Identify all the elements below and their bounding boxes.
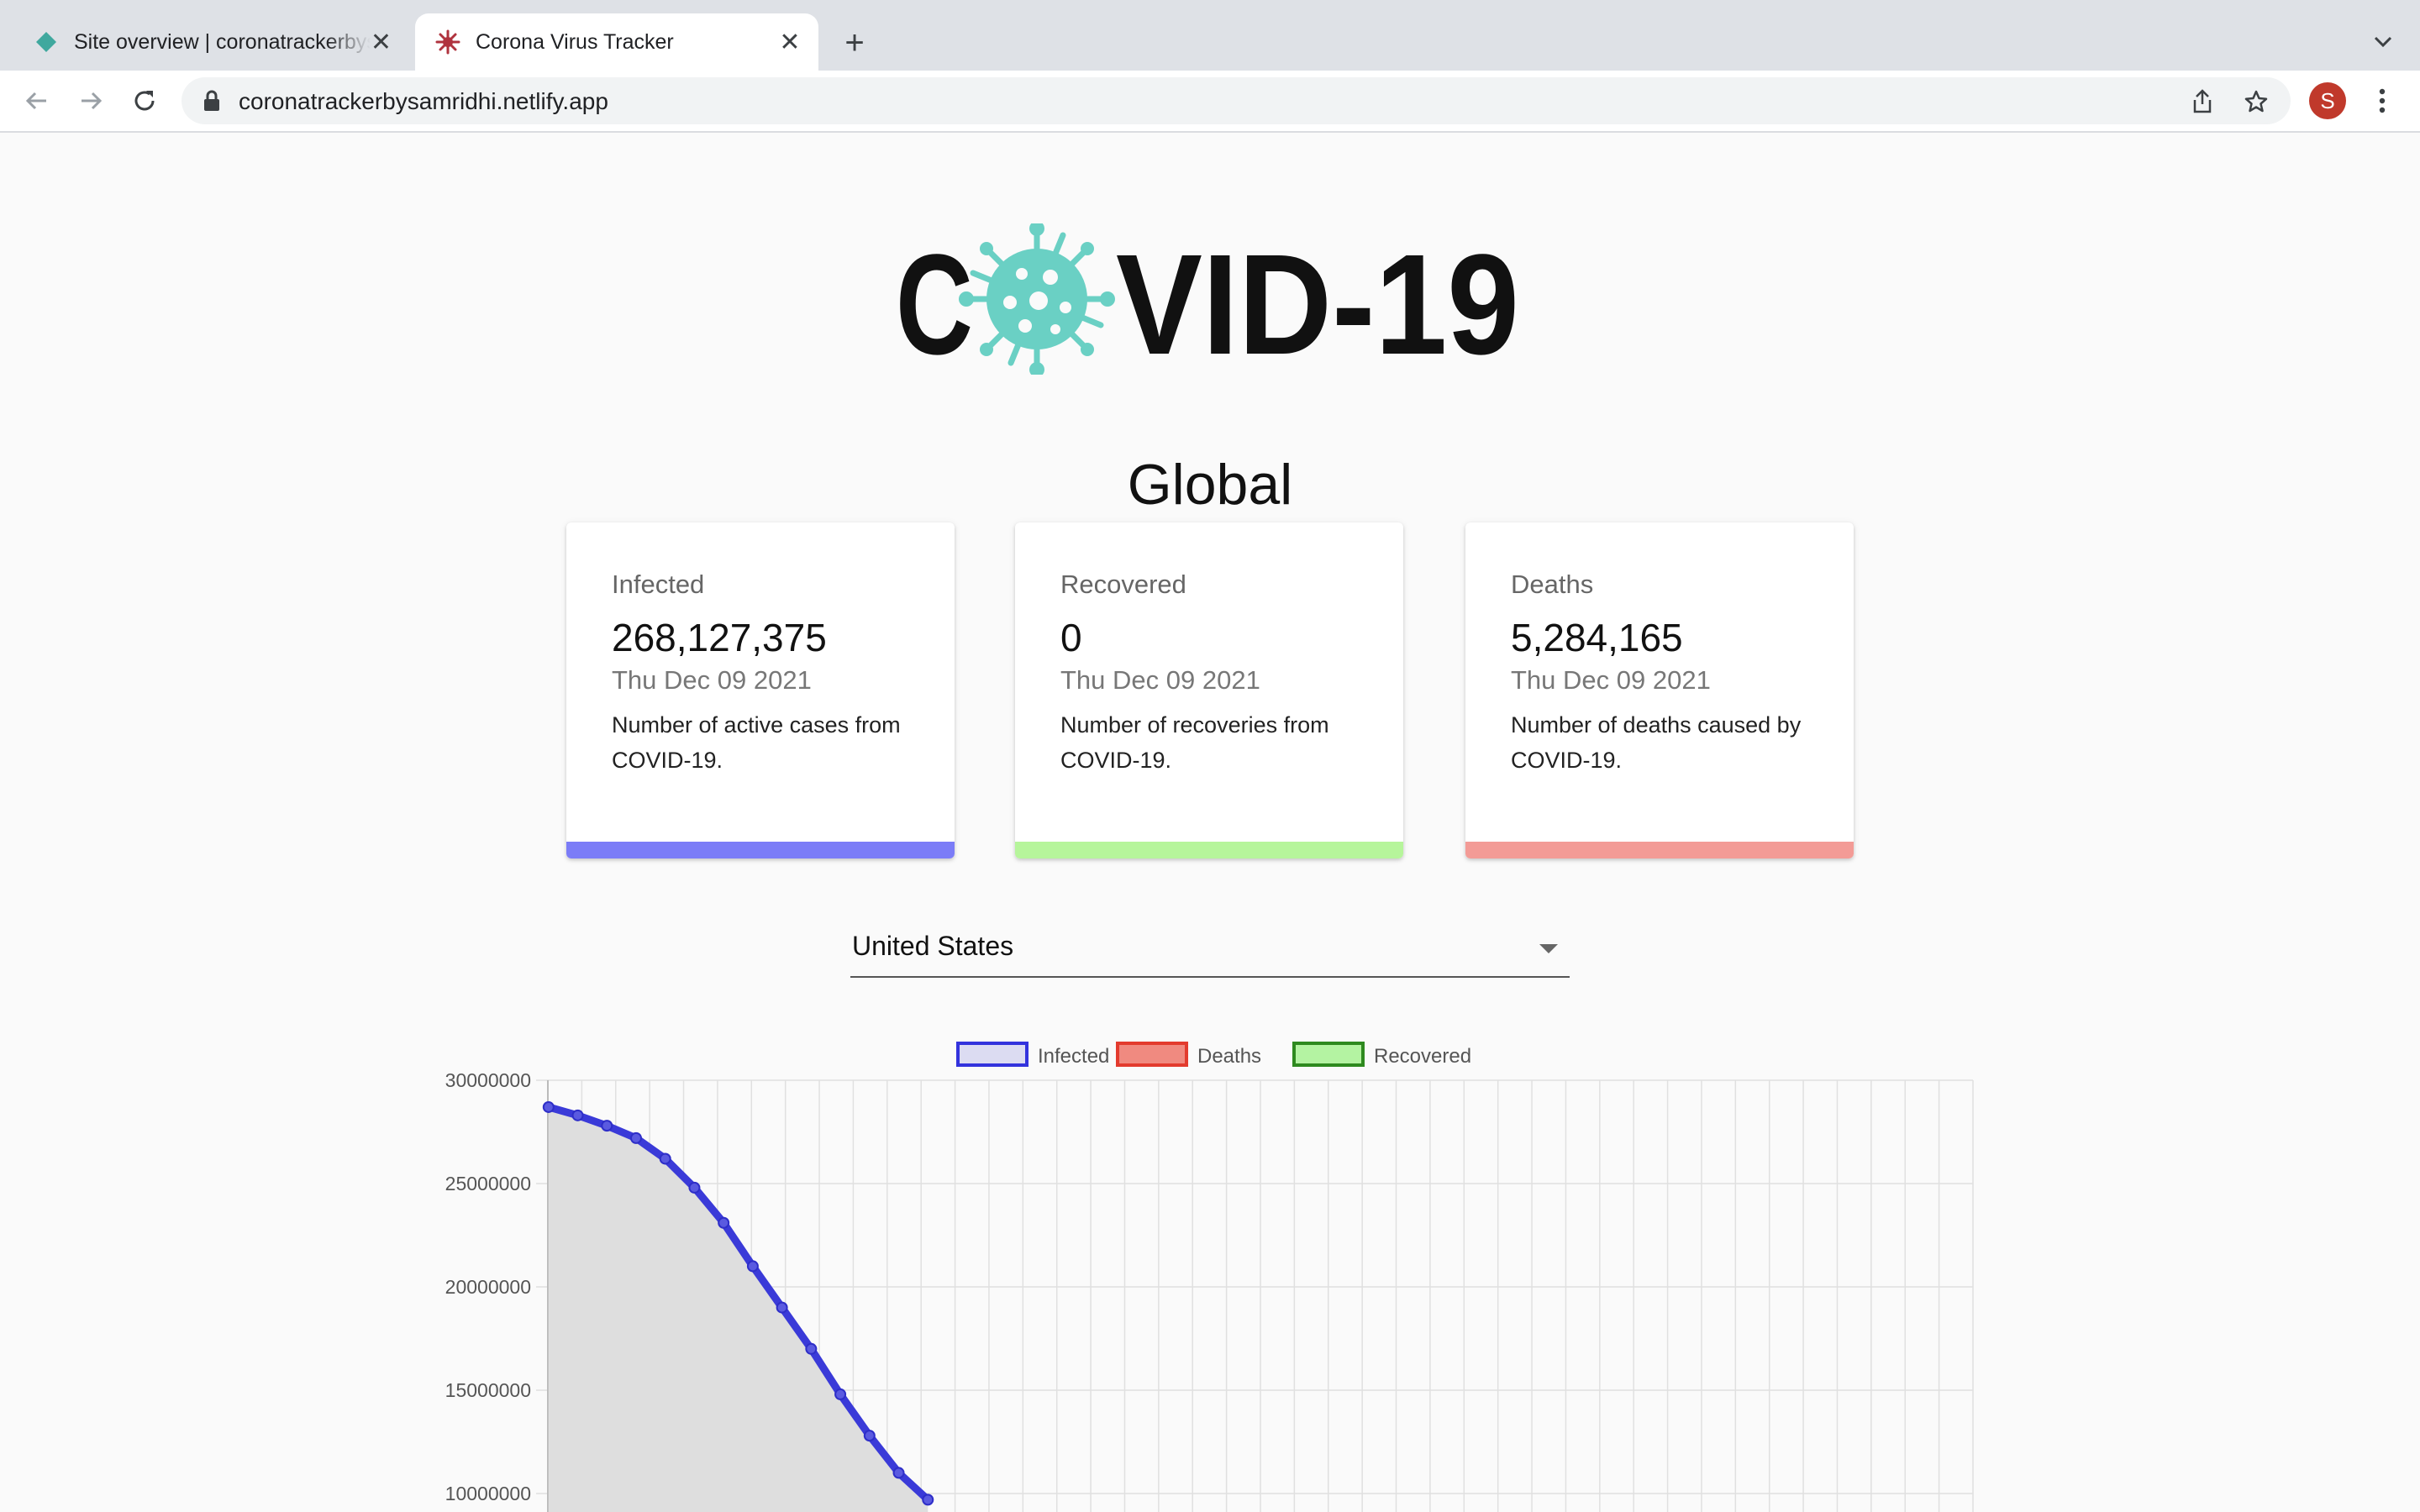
infected-point <box>863 1430 876 1442</box>
virus-icon <box>435 29 460 55</box>
close-tab-icon[interactable]: ✕ <box>778 29 802 56</box>
close-tab-icon[interactable]: ✕ <box>371 29 392 56</box>
tab-title: Corona Virus Tracker <box>476 29 674 54</box>
country-select-value[interactable]: United States <box>852 931 1013 962</box>
infected-point <box>718 1216 730 1229</box>
forward-arrow-icon[interactable] <box>72 82 109 119</box>
country-select[interactable]: United States <box>850 921 1570 978</box>
url-text[interactable]: coronatrackerbysamridhi.netlify.app <box>239 88 608 115</box>
virus-logo-icon <box>959 223 1115 375</box>
tab-search-chevron-icon[interactable] <box>2366 25 2400 59</box>
y-tick-label: 10000000 <box>445 1483 531 1504</box>
infected-point <box>542 1100 555 1113</box>
covid-19-logo: C VID-19 <box>896 223 1519 375</box>
card-value: 0 <box>1060 616 1082 659</box>
infected-point <box>659 1152 671 1165</box>
card-label: Recovered <box>1060 570 1186 599</box>
legend-swatch-deaths <box>1116 1042 1188 1067</box>
card-date: Thu Dec 09 2021 <box>1060 665 1260 695</box>
card-description: Number of deaths caused by COVID-19. <box>1511 712 1802 773</box>
legend-swatch-recovered <box>1292 1042 1365 1067</box>
tab-site-overview[interactable]: Site overview | coronatrackerbysamridhi … <box>13 13 408 71</box>
infected-point <box>922 1494 934 1506</box>
browser-toolbar: coronatrackerbysamridhi.netlify.app S <box>0 71 2420 133</box>
infected-card: Infected 268,127,375 Thu Dec 09 2021 Num… <box>566 522 955 858</box>
infected-point <box>571 1109 584 1121</box>
card-value: 5,284,165 <box>1511 616 1683 659</box>
card-date: Thu Dec 09 2021 <box>612 665 812 695</box>
card-description: Number of active cases from COVID-19. <box>612 712 901 773</box>
y-tick-label: 30000000 <box>445 1069 531 1091</box>
infected-point <box>805 1342 818 1355</box>
address-bar[interactable]: coronatrackerbysamridhi.netlify.app <box>182 77 2291 124</box>
deaths-card: Deaths 5,284,165 Thu Dec 09 2021 Number … <box>1465 522 1854 858</box>
infected-point <box>746 1260 759 1273</box>
infected-point <box>892 1467 905 1479</box>
card-accent-bar <box>566 842 955 858</box>
browser-tab-strip: Site overview | coronatrackerbysamridhi … <box>0 0 2420 71</box>
card-accent-bar <box>1015 842 1403 858</box>
infected-point <box>629 1131 642 1144</box>
back-arrow-icon[interactable] <box>18 82 55 119</box>
recovered-card: Recovered 0 Thu Dec 09 2021 Number of re… <box>1015 522 1403 858</box>
infected-point <box>688 1181 701 1194</box>
legend-label-deaths: Deaths <box>1197 1045 1261 1068</box>
page-title: Global <box>1127 453 1293 517</box>
card-label: Deaths <box>1511 570 1594 599</box>
infected-point <box>776 1301 788 1314</box>
svg-text:VID-19: VID-19 <box>1116 225 1519 375</box>
netlify-diamond-icon <box>34 29 59 55</box>
profile-avatar[interactable]: S <box>2309 82 2346 119</box>
card-value: 268,127,375 <box>612 616 827 659</box>
reload-icon[interactable] <box>126 82 163 119</box>
card-accent-bar <box>1465 842 1854 858</box>
infected-area <box>548 1106 929 1512</box>
country-line-chart: 30000000 25000000 20000000 15000000 10000000… <box>445 1042 1974 1512</box>
legend-label-infected: Infected <box>1038 1045 1109 1068</box>
tab-corona-virus-tracker[interactable]: Corona Virus Tracker ✕ <box>415 13 818 71</box>
kebab-menu-icon[interactable] <box>2368 82 2396 119</box>
y-tick-label: 25000000 <box>445 1173 531 1194</box>
infected-point <box>601 1120 613 1132</box>
card-date: Thu Dec 09 2021 <box>1511 665 1711 695</box>
tab-title: Site overview | coronatrackerbysamridhi <box>74 29 371 54</box>
legend-label-recovered: Recovered <box>1374 1045 1471 1068</box>
card-label: Infected <box>612 570 705 599</box>
new-tab-button[interactable]: + <box>834 22 876 64</box>
dropdown-arrow-icon[interactable] <box>1539 944 1558 953</box>
legend-swatch-infected <box>956 1042 1028 1067</box>
card-description: Number of recoveries from COVID-19. <box>1060 712 1329 773</box>
share-icon[interactable] <box>2188 87 2217 116</box>
infected-point <box>834 1388 847 1400</box>
bookmark-star-icon[interactable] <box>2242 87 2270 116</box>
y-tick-label: 15000000 <box>445 1379 531 1401</box>
lock-icon[interactable] <box>200 89 224 113</box>
y-tick-label: 20000000 <box>445 1276 531 1298</box>
